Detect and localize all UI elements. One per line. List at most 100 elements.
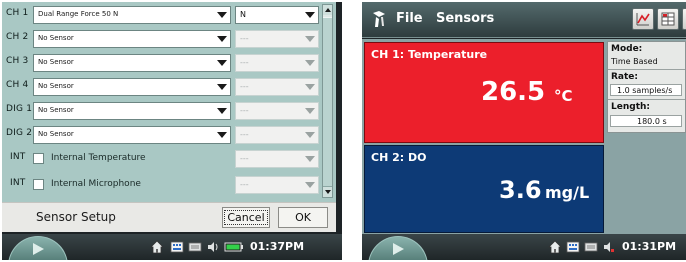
meter-unit: mg/L [545,183,590,202]
unit-select-dig1: --- [235,102,319,120]
meter-area: CH 1: Temperature 26.5 °C CH 2: DO 3.6 m… [362,39,686,234]
meter-label: CH 1: Temperature [371,48,488,61]
length-box: 180.0 s [610,115,682,127]
table-view-button[interactable] [657,8,679,30]
sensor-select-ch2[interactable]: No Sensor [33,30,231,48]
dropdown-arrow-icon[interactable] [215,104,229,118]
menu-bar: File Sensors [362,2,686,38]
length-label: Length: [611,102,650,112]
graph-view-icon [636,13,650,26]
channel-label: CH 1 [6,8,29,18]
battery-icon [224,242,243,252]
menu-sensors[interactable]: Sensors [436,11,494,26]
channel-label: CH 4 [6,80,29,90]
dropdown-arrow-icon[interactable] [215,128,229,142]
dropdown-arrow-icon [303,80,317,94]
meter-unit: °C [554,87,573,105]
menu-file[interactable]: File [396,11,423,26]
table-view-icon [661,12,675,26]
unit-select-int-microphone: --- [235,176,319,194]
start-play-icon [392,243,404,255]
sensor-select-value: No Sensor [38,34,74,42]
start-button[interactable] [8,236,68,260]
vertical-scrollbar[interactable] [322,4,333,198]
taskbar: 01:37PM [2,234,342,260]
rate-label: Rate: [611,72,639,82]
internal-temperature-checkbox[interactable] [33,153,44,164]
clock: 01:31PM [622,240,677,253]
volume-icon[interactable] [602,240,616,254]
dialog-footer: Sensor Setup Cancel OK [2,202,336,232]
sensor-row-ch1: CH 1 Dual Range Force 50 N N [2,4,322,26]
start-button[interactable] [368,236,428,260]
sensor-select-dig1[interactable]: No Sensor [33,102,231,120]
checkbox-label: Internal Microphone [51,179,141,189]
home-icon[interactable] [150,240,164,254]
info-divider [608,69,685,70]
sensor-setup-panel: CH 1 Dual Range Force 50 N N CH 2 No Sen… [2,2,336,202]
channel-label: CH 2 [6,32,29,42]
collection-info-panel[interactable]: Mode: Time Based Rate: 1.0 samples/s Len… [607,41,686,133]
dropdown-arrow-icon[interactable] [303,8,317,22]
keyboard-tray-icon[interactable] [584,240,598,254]
sensor-row-dig1: DIG 1 No Sensor --- [2,100,322,122]
unit-select-value: --- [240,58,249,67]
graph-view-button[interactable] [632,8,654,30]
scrollbar-thumb[interactable] [323,17,332,187]
sensor-row-ch2: CH 2 No Sensor --- [2,28,322,50]
sensor-select-ch4[interactable]: No Sensor [33,78,231,96]
unit-select-ch1[interactable]: N [235,6,319,24]
dropdown-arrow-icon[interactable] [215,8,229,22]
clock: 01:37PM [250,240,305,253]
cancel-button-label: Cancel [224,210,268,225]
channel-label: DIG 2 [6,128,33,138]
sensor-select-value: No Sensor [38,58,74,66]
internal-microphone-checkbox[interactable] [33,179,44,190]
volume-icon[interactable] [206,240,220,254]
sensor-select-ch1[interactable]: Dual Range Force 50 N [33,6,231,24]
dropdown-arrow-icon [303,56,317,70]
scroll-up-icon[interactable] [323,5,332,15]
taskbar: 01:31PM [362,234,686,260]
sensor-select-value: No Sensor [38,82,74,90]
length-value: 180.0 s [637,117,667,126]
meter-screen: File Sensors CH 1: Temperature 26.5 °C C… [362,2,686,260]
unit-select-value: --- [240,154,249,163]
dropdown-arrow-icon[interactable] [215,80,229,94]
dropdown-arrow-icon [303,178,317,192]
home-icon[interactable] [548,240,562,254]
ok-button[interactable]: OK [278,207,328,228]
dropdown-arrow-icon[interactable] [215,32,229,46]
unit-select-ch2: --- [235,30,319,48]
channel-label: CH 3 [6,56,29,66]
unit-select-value: --- [240,130,249,139]
dropdown-arrow-icon[interactable] [215,56,229,70]
sensor-select-dig2[interactable]: No Sensor [33,126,231,144]
keyboard-icon[interactable] [566,240,580,254]
sensor-select-value: Dual Range Force 50 N [38,10,119,18]
keyboard-icon[interactable] [170,240,184,254]
dialog-title: Sensor Setup [36,210,116,224]
sensor-row-ch3: CH 3 No Sensor --- [2,52,322,74]
keyboard-tray-icon[interactable] [188,240,202,254]
checkbox-label: Internal Temperature [51,153,146,163]
cancel-button[interactable]: Cancel [222,207,270,228]
unit-select-value: --- [240,106,249,115]
unit-select-dig2: --- [235,126,319,144]
app-logo-icon[interactable] [370,10,388,28]
sensor-row-dig2: DIG 2 No Sensor --- [2,124,322,146]
meter-view-button[interactable] [682,8,686,30]
sensor-setup-screen: CH 1 Dual Range Force 50 N N CH 2 No Sen… [2,2,342,260]
unit-select-int-temperature: --- [235,150,319,168]
rate-box: 1.0 samples/s [610,84,682,96]
scroll-down-icon[interactable] [323,187,332,197]
dropdown-arrow-icon [303,128,317,142]
meter-value: 3.6 [499,176,542,204]
mode-label: Mode: [611,44,643,54]
sensor-select-value: No Sensor [38,106,74,114]
meter-ch1[interactable]: CH 1: Temperature 26.5 °C [364,42,604,143]
sensor-select-ch3[interactable]: No Sensor [33,54,231,72]
channel-label: DIG 1 [6,104,33,114]
meter-ch2[interactable]: CH 2: DO 3.6 mg/L [364,145,604,233]
unit-select-ch4: --- [235,78,319,96]
